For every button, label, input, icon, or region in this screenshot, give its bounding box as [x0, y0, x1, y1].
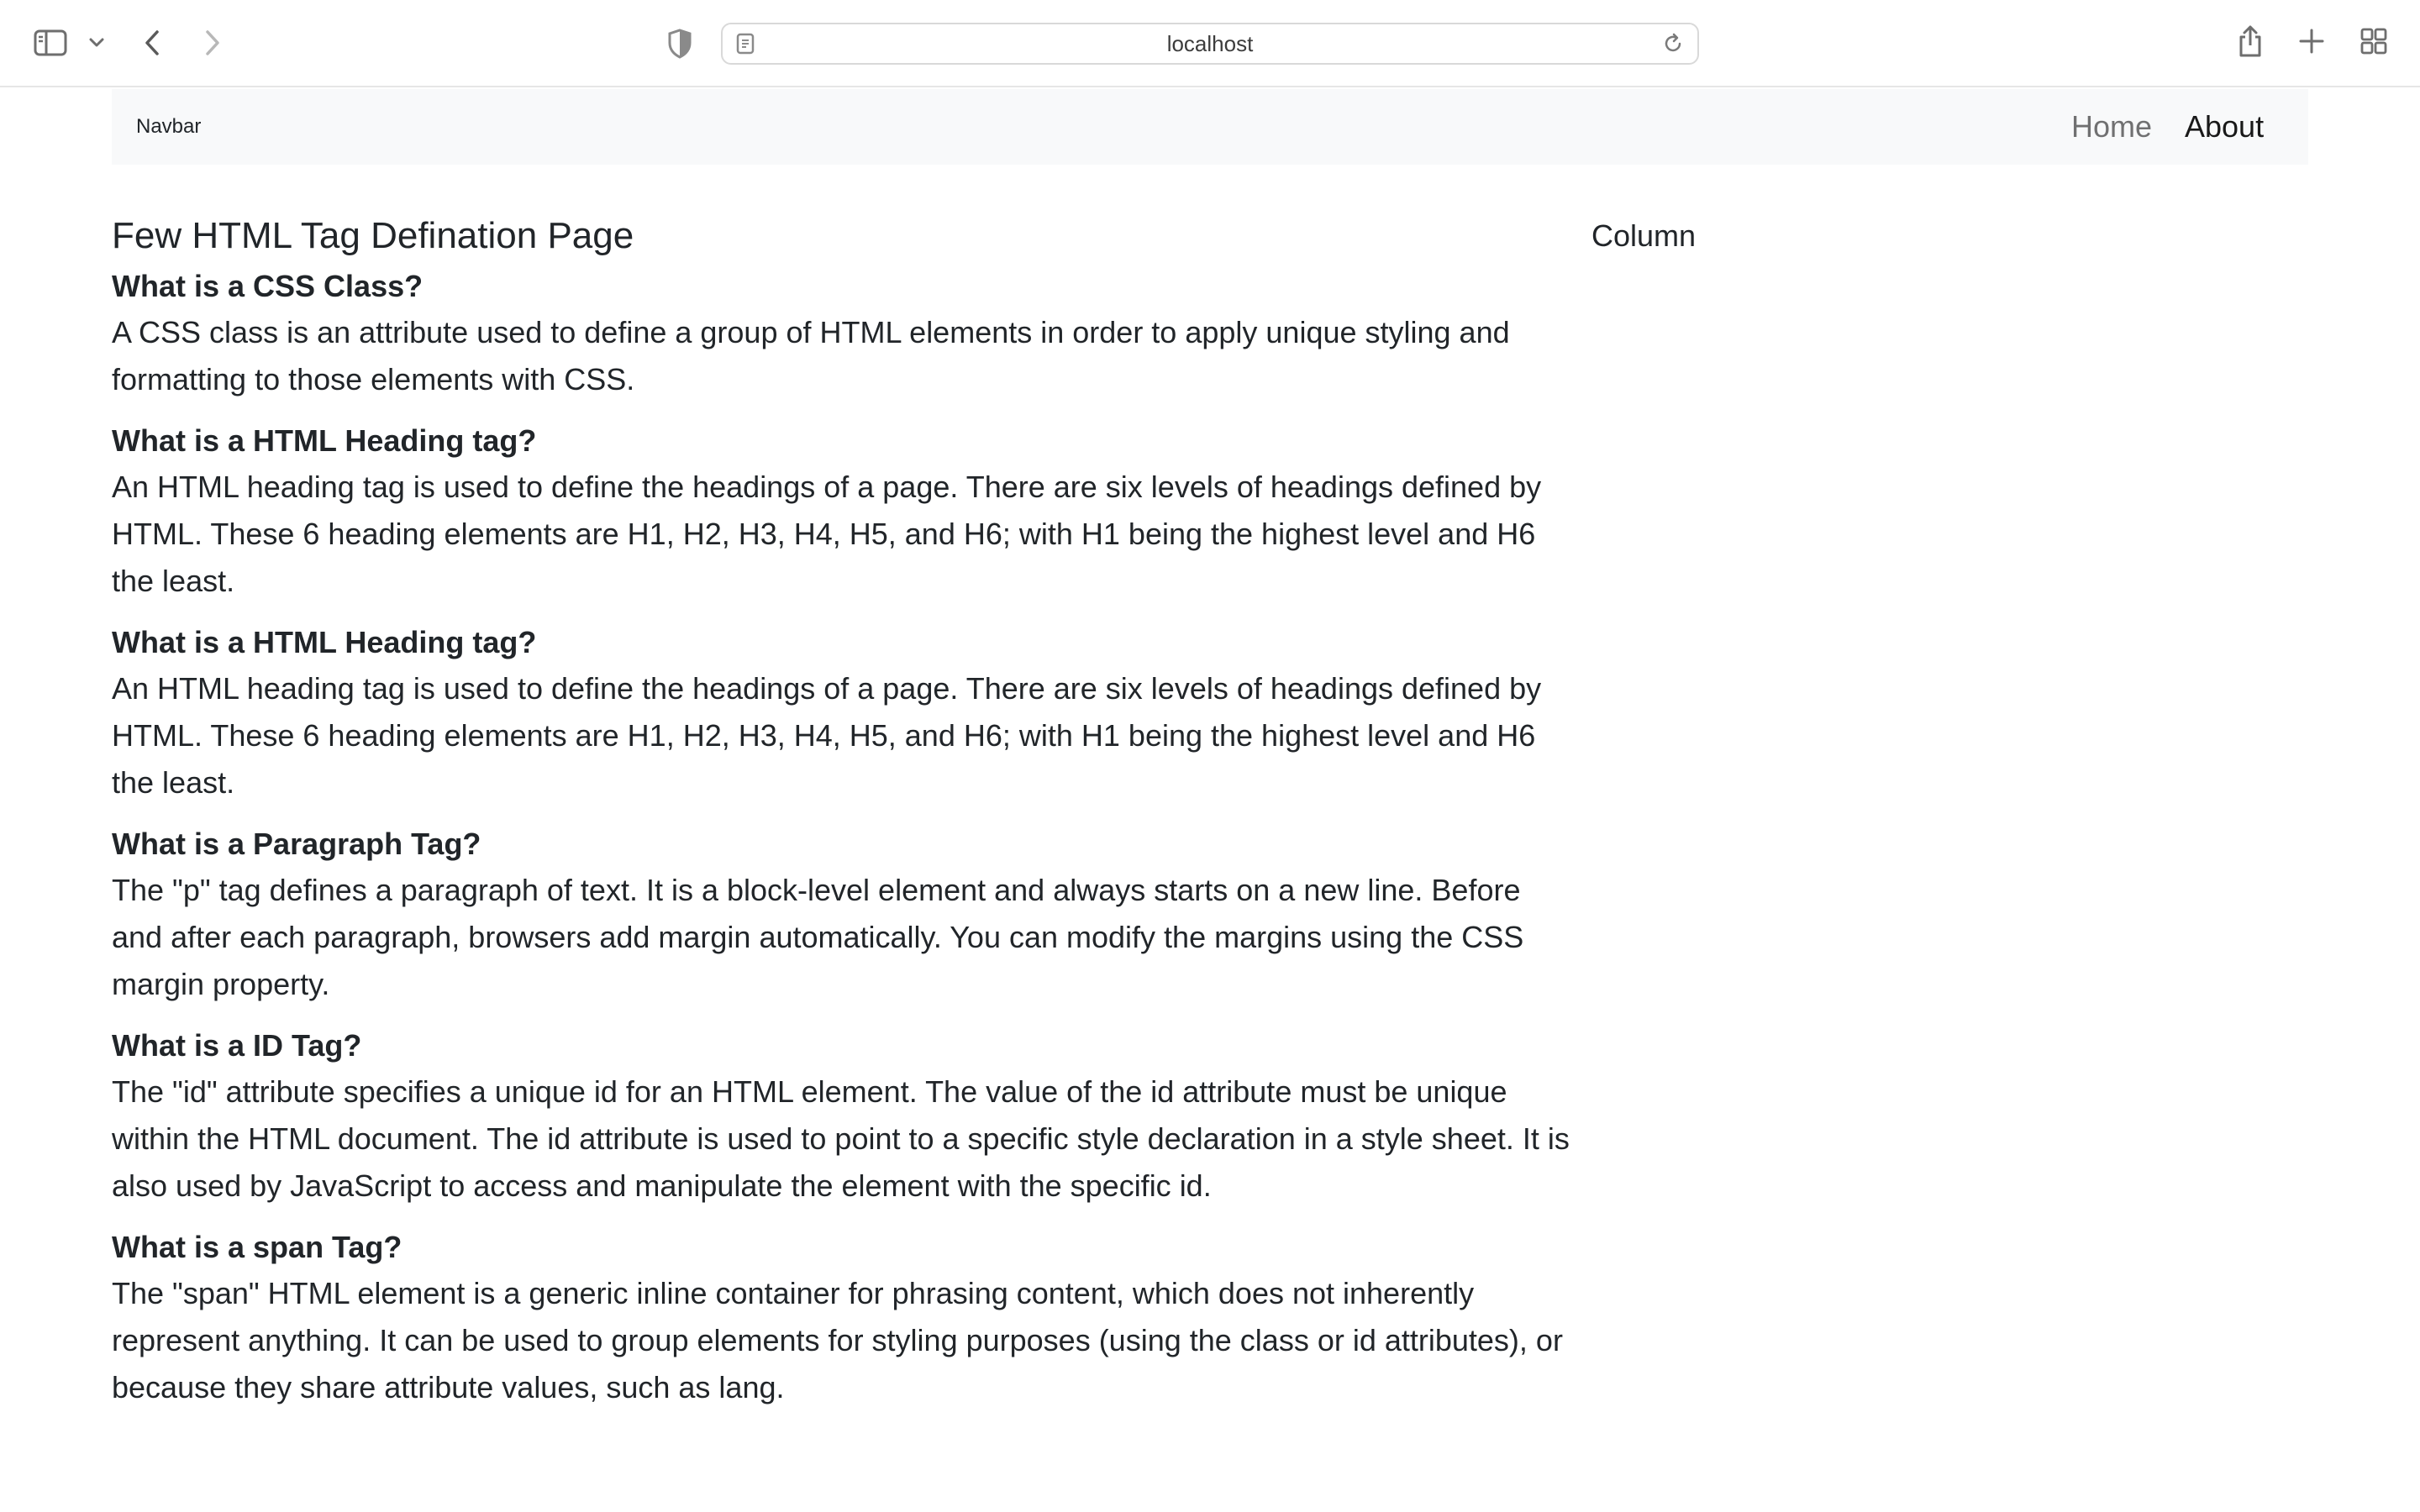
section-text: The "p" tag defines a paragraph of text.… — [112, 873, 1524, 1001]
tab-overview-icon[interactable] — [2360, 27, 2388, 55]
section-id-tag: What is a ID Tag? The "id" attribute spe… — [112, 1023, 1574, 1210]
section-heading: What is a span Tag? — [112, 1230, 402, 1264]
section-text: The "span" HTML element is a generic inl… — [112, 1276, 1563, 1404]
section-heading-tag: What is a HTML Heading tag? An HTML head… — [112, 418, 1574, 605]
section-heading: What is a CSS Class? — [112, 269, 424, 303]
shield-icon[interactable] — [666, 28, 694, 60]
address-bar[interactable]: localhost — [721, 23, 1699, 65]
back-icon[interactable] — [139, 25, 165, 60]
url-text[interactable]: localhost — [723, 24, 1697, 63]
reload-icon[interactable] — [1662, 33, 1684, 59]
chevron-down-icon[interactable] — [87, 34, 106, 52]
section-heading: What is a HTML Heading tag? — [112, 423, 537, 458]
section-text: The "id" attribute specifies a unique id… — [112, 1074, 1570, 1203]
navbar-brand[interactable]: Navbar — [136, 89, 201, 165]
main-content: Few HTML Tag Defination Page What is a C… — [112, 208, 1574, 1426]
share-icon[interactable] — [2235, 22, 2265, 60]
section-text: A CSS class is an attribute used to defi… — [112, 315, 1510, 396]
forward-icon[interactable] — [200, 25, 225, 60]
new-tab-icon[interactable] — [2297, 27, 2326, 55]
section-text: An HTML heading tag is used to define th… — [112, 470, 1542, 598]
section-paragraph-tag: What is a Paragraph Tag? The "p" tag def… — [112, 822, 1574, 1008]
nav-link-about[interactable]: About — [2185, 89, 2264, 165]
sidebar-icon[interactable] — [32, 27, 69, 59]
side-column: Column — [1591, 218, 1697, 253]
browser-toolbar: localhost — [0, 0, 2420, 87]
navbar: Navbar Home About — [112, 89, 2308, 165]
nav-link-home[interactable]: Home — [2071, 89, 2152, 165]
section-heading-tag-2: What is a HTML Heading tag? An HTML head… — [112, 620, 1574, 806]
section-heading: What is a Paragraph Tag? — [112, 827, 481, 861]
section-heading: What is a ID Tag? — [112, 1028, 362, 1063]
section-span-tag: What is a span Tag? The "span" HTML elem… — [112, 1225, 1574, 1411]
section-css-class: What is a CSS Class? A CSS class is an a… — [112, 264, 1574, 403]
section-heading: What is a HTML Heading tag? — [112, 625, 537, 659]
page-title: Few HTML Tag Defination Page — [112, 215, 634, 256]
section-text: An HTML heading tag is used to define th… — [112, 671, 1542, 800]
